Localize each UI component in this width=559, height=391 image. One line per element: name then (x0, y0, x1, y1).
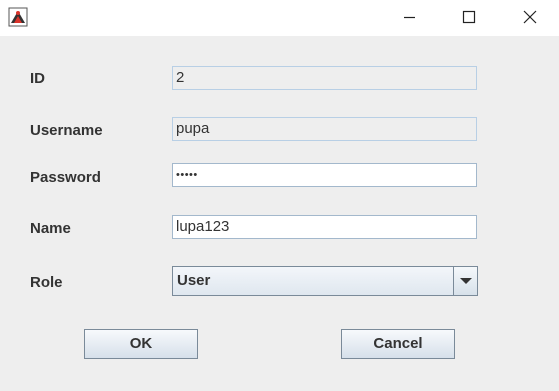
edit-user-dialog: ID 2 Username pupa Password ••••• Name l… (0, 0, 559, 391)
username-label: Username (30, 122, 103, 139)
close-icon (523, 10, 537, 24)
name-field[interactable]: lupa123 (172, 215, 477, 239)
maximize-icon (462, 10, 476, 24)
password-field[interactable]: ••••• (172, 163, 477, 187)
role-selected-value: User (177, 272, 211, 289)
title-bar[interactable] (0, 0, 559, 36)
maximize-button[interactable] (446, 0, 492, 36)
role-select[interactable]: User (172, 266, 478, 296)
minimize-icon (404, 16, 415, 19)
java-duke-icon (8, 7, 28, 27)
chevron-down-icon (460, 278, 472, 284)
name-label: Name (30, 220, 71, 237)
cancel-button[interactable]: Cancel (341, 329, 455, 359)
password-mask: ••••• (176, 169, 198, 181)
close-button[interactable] (507, 0, 553, 36)
role-label: Role (30, 274, 63, 291)
password-label: Password (30, 169, 101, 186)
ok-button[interactable]: OK (84, 329, 198, 359)
minimize-button[interactable] (386, 0, 432, 36)
username-field: pupa (172, 117, 477, 141)
id-field: 2 (172, 66, 477, 90)
role-dropdown-button[interactable] (453, 267, 477, 295)
id-label: ID (30, 70, 45, 87)
